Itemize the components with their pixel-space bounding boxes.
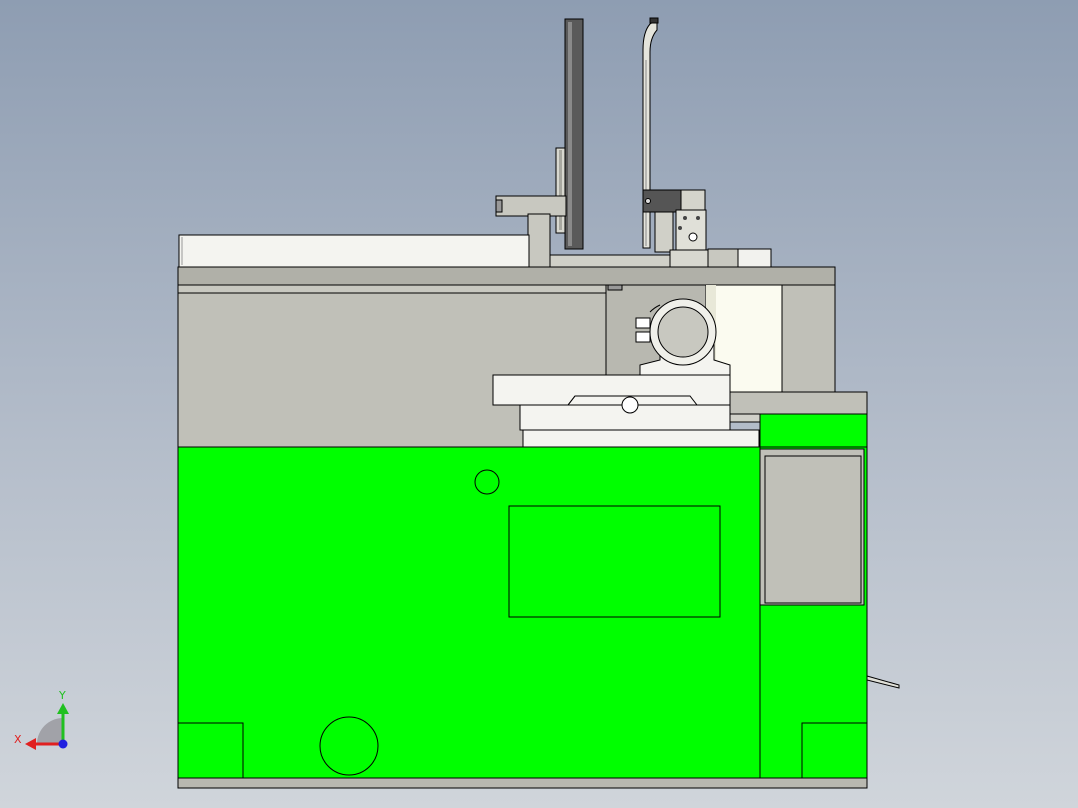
coordinate-triad-icon[interactable] [25, 703, 69, 750]
green-main-body [177, 413, 868, 779]
vertical-blade-post [564, 18, 584, 250]
top-guide-bar [178, 234, 530, 268]
side-lever [866, 675, 900, 689]
cad-viewport[interactable]: Y X [0, 0, 1078, 808]
triad-x-label: X [14, 733, 22, 746]
side-guide-rod [555, 147, 566, 234]
base-plate [177, 777, 868, 789]
upper-housing [177, 284, 836, 449]
triad-y-label: Y [59, 689, 66, 702]
machine-model-drawing[interactable] [0, 0, 1078, 808]
